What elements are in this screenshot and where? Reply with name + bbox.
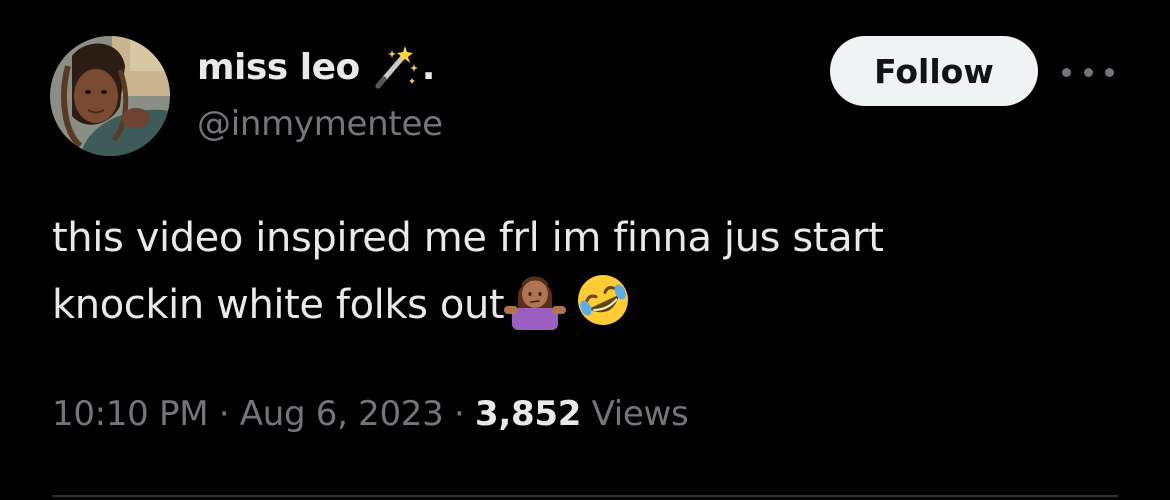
views-count: 3,852 <box>475 394 582 434</box>
display-name[interactable]: miss leo <box>197 47 360 88</box>
tweet-text: this video inspired me frl im finna jus … <box>52 206 1102 349</box>
more-horizontal-icon[interactable] <box>1062 60 1114 84</box>
display-name-row: miss leo . <box>197 42 435 92</box>
tweet-time[interactable]: 10:10 PM <box>52 394 209 434</box>
magic-wand-icon <box>372 44 420 90</box>
tweet-text-line-2: knockin white folks out <box>52 270 1102 349</box>
tweet-meta: 10:10 PM · Aug 6, 2023 · 3,852 Views <box>52 394 689 434</box>
user-handle[interactable]: @inmymentee <box>197 104 443 144</box>
person-shrugging-emoji-icon <box>504 270 567 349</box>
more-dot <box>1062 67 1071 77</box>
meta-separator: · <box>453 394 465 434</box>
tweet-text-line-2-text: knockin white folks out <box>52 282 505 328</box>
divider <box>52 495 1118 497</box>
tweet-text-line-1: this video inspired me frl im finna jus … <box>52 215 884 261</box>
tweet-date[interactable]: Aug 6, 2023 <box>240 394 444 434</box>
more-dot <box>1105 67 1114 77</box>
rolling-on-floor-laughing-emoji-icon <box>572 270 634 349</box>
views-label: Views <box>591 394 689 434</box>
more-dot <box>1083 67 1093 77</box>
meta-separator: · <box>218 394 230 434</box>
avatar[interactable] <box>50 36 170 156</box>
follow-button[interactable]: Follow <box>830 36 1038 106</box>
name-suffix: . <box>421 46 436 88</box>
